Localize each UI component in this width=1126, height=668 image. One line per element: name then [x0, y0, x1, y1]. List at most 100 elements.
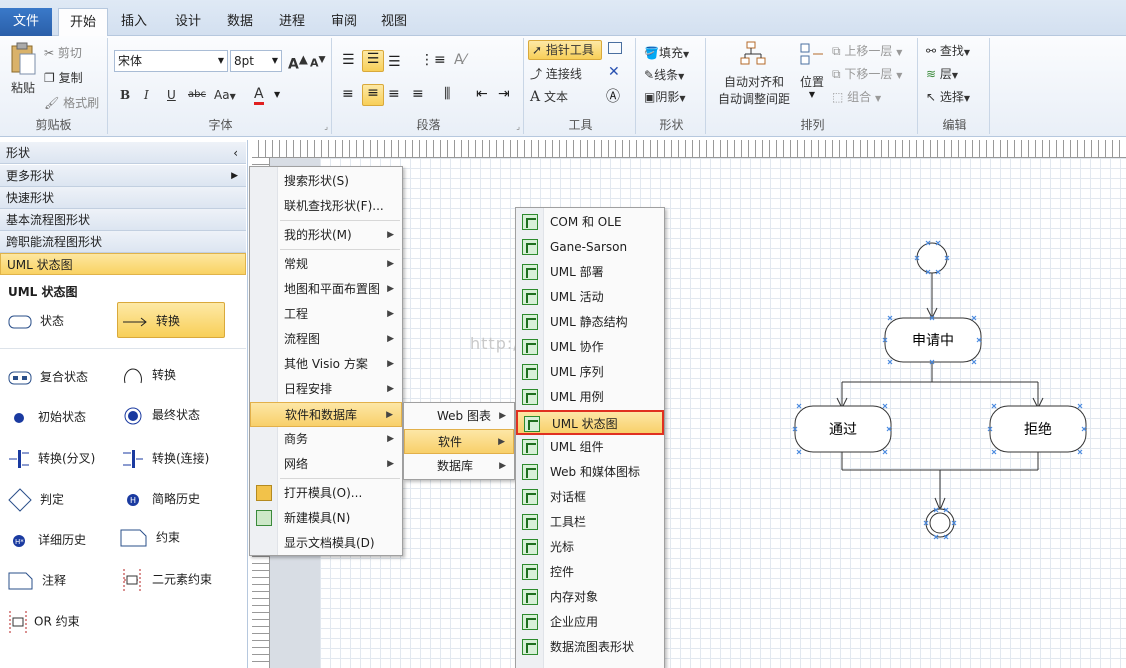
connector-button[interactable]: ⤴ 连接线: [530, 65, 582, 82]
stencil-fork[interactable]: 转换(分叉): [8, 448, 95, 470]
justify-icon[interactable]: ≡: [412, 86, 424, 102]
menu-item-stencil[interactable]: 光标: [516, 535, 664, 560]
uml-state-diagram[interactable]: 申请中 通过 拒绝: [760, 230, 1100, 550]
align-right-icon[interactable]: ≡: [388, 86, 400, 102]
line-button[interactable]: ✎线条▼: [644, 66, 684, 83]
stencil-decision[interactable]: 判定: [8, 488, 64, 512]
cut-button[interactable]: ✂ 剪切: [44, 44, 82, 61]
align-center-icon[interactable]: ≡: [362, 84, 384, 106]
menu-item-stencil[interactable]: 数据流图表形状: [516, 635, 664, 660]
text-block-icon[interactable]: Ⓐ: [606, 86, 620, 106]
tab-insert[interactable]: 插入: [112, 8, 156, 36]
stencil-transition[interactable]: 转换: [117, 302, 225, 338]
connection-point-icon[interactable]: ✕: [608, 64, 620, 80]
menu-item-stencil[interactable]: COM 和 OLE: [516, 210, 664, 235]
menu-item-stencil[interactable]: UML 序列: [516, 360, 664, 385]
menu-item-stencil[interactable]: Gane-Sarson: [516, 235, 664, 260]
tab-design[interactable]: 设计: [166, 8, 210, 36]
italic-button[interactable]: I: [144, 88, 149, 102]
stencil-join[interactable]: 转换(连接): [122, 448, 209, 470]
menu-item-software-database[interactable]: 软件和数据库 ▶: [250, 402, 402, 427]
menu-item-stencil[interactable]: 企业应用: [516, 610, 664, 635]
tab-view[interactable]: 视图: [372, 8, 416, 36]
stencil-composite-state[interactable]: 复合状态: [8, 368, 88, 385]
menu-item-search-shapes[interactable]: 搜索形状(S): [250, 169, 402, 194]
tab-home[interactable]: 开始: [58, 8, 108, 37]
cross-functional-item[interactable]: 跨职能流程图形状: [0, 231, 246, 253]
dialog-launcher-icon[interactable]: ⌟: [516, 122, 520, 131]
paste-button[interactable]: 粘贴: [6, 42, 40, 114]
send-backward-button[interactable]: ⧉ 下移一层 ▼: [832, 65, 902, 82]
format-painter-button[interactable]: 🖌 格式刷: [44, 94, 99, 111]
more-shapes-item[interactable]: 更多形状 ▶: [0, 165, 246, 187]
grow-font-button[interactable]: A▲: [288, 52, 308, 73]
tab-data[interactable]: 数据: [218, 8, 262, 36]
menu-item-other-visio[interactable]: 其他 Visio 方案 ▶: [250, 352, 402, 377]
menu-item-new-stencil[interactable]: 新建模具(N): [250, 506, 402, 531]
shrink-font-button[interactable]: A▼: [310, 54, 326, 70]
tab-process[interactable]: 进程: [270, 8, 314, 36]
align-bottom-icon[interactable]: ☰: [388, 54, 401, 70]
menu-item-doc-stencil[interactable]: 显示文档模具(D): [250, 531, 402, 556]
menu-item-network[interactable]: 网络 ▶: [250, 452, 402, 477]
change-case-button[interactable]: Aa▼: [214, 88, 236, 102]
font-size-combo[interactable]: 8pt ▼: [230, 50, 282, 72]
uml-state-item[interactable]: UML 状态图: [0, 253, 246, 275]
text-direction-icon[interactable]: A⁄: [454, 52, 466, 68]
stencil-deep-history[interactable]: H* 详细历史: [8, 531, 86, 549]
stencil-self-transition[interactable]: 转换: [122, 366, 176, 385]
find-button[interactable]: ⚯ 查找▼: [926, 42, 970, 59]
stencil-binary-constraint[interactable]: 二元素约束: [120, 568, 212, 592]
menu-item-schedule[interactable]: 日程安排 ▶: [250, 377, 402, 402]
shadow-button[interactable]: ▣阴影▼: [644, 88, 686, 105]
tab-file[interactable]: 文件: [0, 8, 52, 36]
stencil-shallow-history[interactable]: H 简略历史: [122, 490, 200, 508]
font-family-combo[interactable]: 宋体 ▼: [114, 50, 228, 72]
menu-item-software[interactable]: 软件 ▶: [404, 429, 514, 454]
menu-item-stencil[interactable]: 工具栏: [516, 510, 664, 535]
dialog-launcher-icon[interactable]: ⌟: [324, 122, 328, 131]
stencil-state[interactable]: 状态: [8, 312, 64, 329]
collapse-icon[interactable]: ‹: [233, 142, 238, 164]
underline-button[interactable]: U: [167, 88, 176, 102]
menu-item-flowchart[interactable]: 流程图 ▶: [250, 327, 402, 352]
menu-item-stencil[interactable]: UML 组件: [516, 435, 664, 460]
copy-button[interactable]: ❐ 复制: [44, 69, 83, 86]
quick-shapes-item[interactable]: 快速形状: [0, 187, 246, 209]
menu-item-stencil[interactable]: UML 静态结构: [516, 310, 664, 335]
stencil-final-state[interactable]: 最终状态: [122, 406, 200, 425]
stencil-constraint[interactable]: 约束: [120, 528, 180, 548]
menu-item-stencil[interactable]: 内存对象: [516, 585, 664, 610]
tab-review[interactable]: 审阅: [322, 8, 366, 36]
group-button[interactable]: ⬚ 组合 ▼: [832, 88, 881, 105]
stencil-or-constraint[interactable]: OR 约束: [6, 610, 80, 634]
menu-item-maps[interactable]: 地图和平面布置图 ▶: [250, 277, 402, 302]
menu-item-stencil[interactable]: UML 协作: [516, 335, 664, 360]
increase-indent-icon[interactable]: ⇥: [498, 86, 510, 102]
chevron-down-icon[interactable]: ▼: [274, 90, 280, 99]
menu-item-stencil[interactable]: Web 和媒体图标: [516, 460, 664, 485]
menu-item-general[interactable]: 常规 ▶: [250, 252, 402, 277]
auto-align-button[interactable]: 自动对齐和 自动调整间距: [714, 40, 794, 107]
font-color-button[interactable]: A: [254, 86, 264, 105]
menu-item-stencil[interactable]: 控件: [516, 560, 664, 585]
menu-item-database[interactable]: 数据库 ▶: [404, 454, 514, 479]
bullets-icon[interactable]: ⋮≡: [420, 52, 446, 68]
menu-item-stencil[interactable]: 对话框: [516, 485, 664, 510]
menu-item-web-diagram[interactable]: Web 图表 ▶: [404, 404, 514, 429]
menu-item-stencil[interactable]: UML 活动: [516, 285, 664, 310]
menu-item-stencil[interactable]: UML 状态图: [516, 410, 664, 435]
menu-item-stencil[interactable]: UML 部署: [516, 260, 664, 285]
menu-item-engineering[interactable]: 工程 ▶: [250, 302, 402, 327]
basic-flowchart-item[interactable]: 基本流程图形状: [0, 209, 246, 231]
distribute-icon[interactable]: ⫼: [444, 86, 450, 102]
bold-button[interactable]: B: [120, 88, 130, 102]
strikethrough-button[interactable]: abc: [188, 89, 206, 100]
select-button[interactable]: ↖ 选择▼: [926, 88, 970, 105]
menu-item-stencil[interactable]: UML 用例: [516, 385, 664, 410]
text-tool-button[interactable]: A 文本: [530, 88, 568, 105]
stencil-note[interactable]: 注释: [8, 571, 66, 591]
menu-item-business[interactable]: 商务 ▶: [250, 427, 402, 452]
pointer-tool-button[interactable]: ➚ 指针工具: [528, 40, 602, 60]
align-left-icon[interactable]: ≡: [342, 86, 354, 102]
